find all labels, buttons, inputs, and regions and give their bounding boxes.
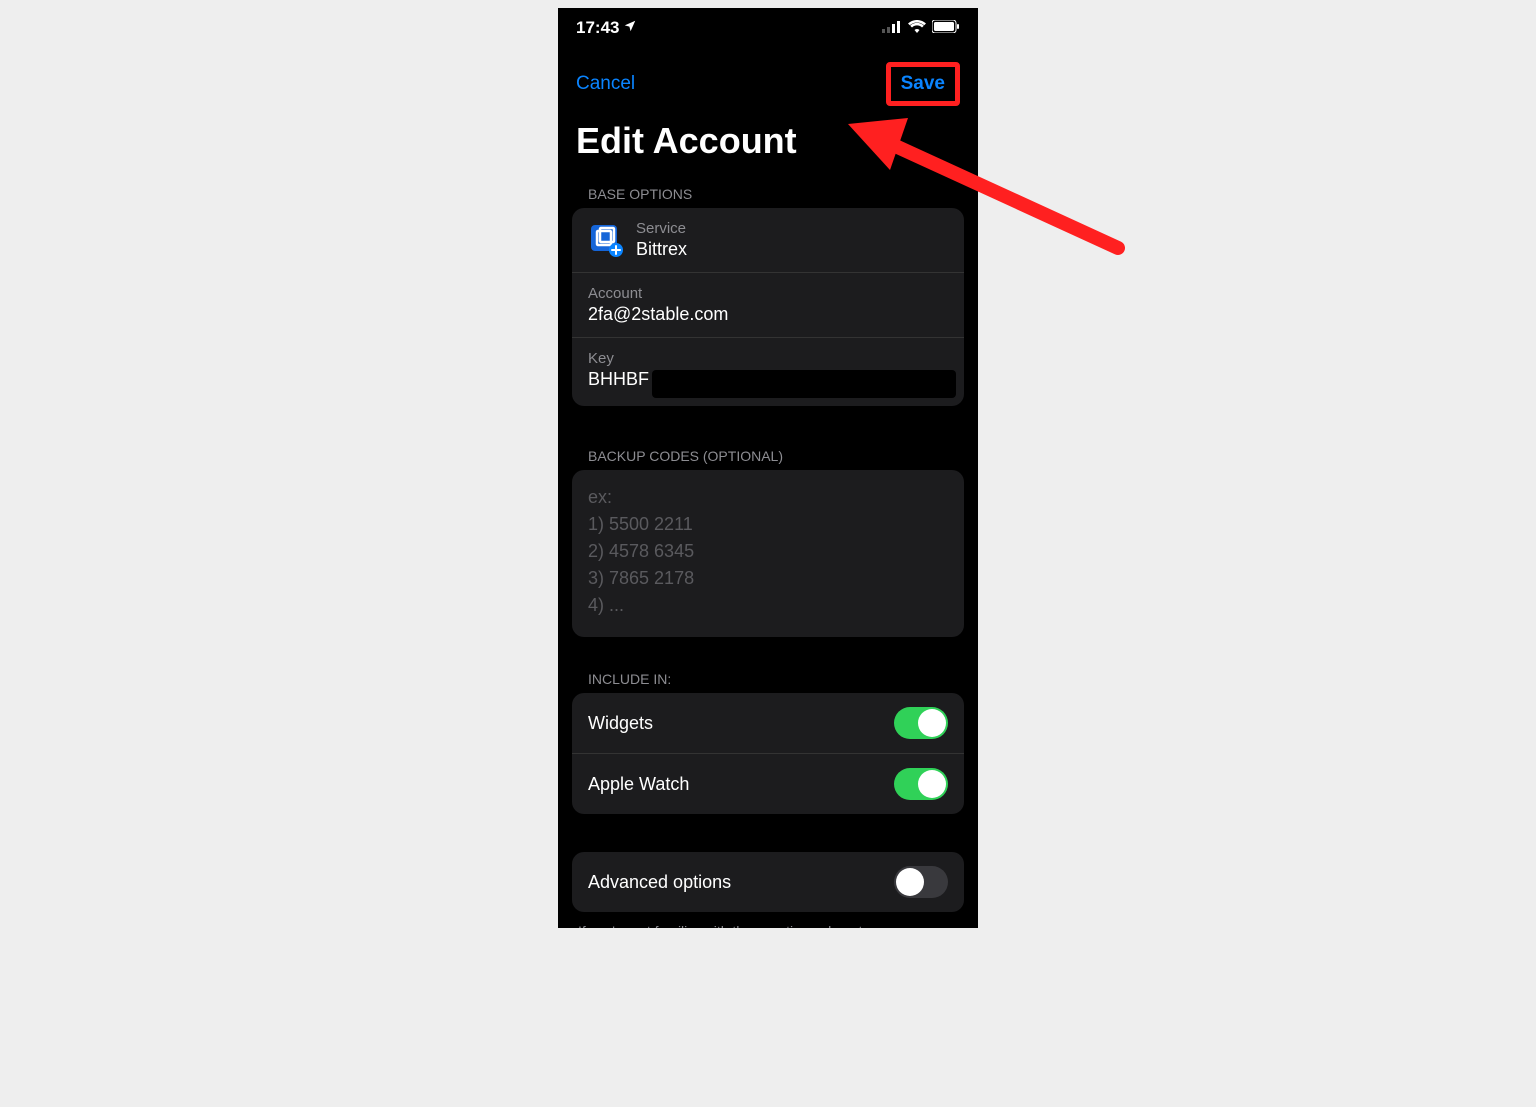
- status-time: 17:43: [576, 18, 619, 38]
- cancel-button[interactable]: Cancel: [576, 73, 635, 95]
- apple-watch-toggle[interactable]: [894, 768, 948, 800]
- page-title: Edit Account: [558, 114, 978, 178]
- advanced-options-card: Advanced options: [572, 852, 964, 912]
- advanced-options-label: Advanced options: [588, 872, 731, 893]
- backup-codes-textarea[interactable]: ex: 1) 5500 2211 2) 4578 6345 3) 7865 21…: [572, 470, 964, 637]
- widgets-toggle[interactable]: [894, 707, 948, 739]
- save-button[interactable]: Save: [895, 69, 951, 99]
- key-row[interactable]: Key BHHBF: [572, 338, 964, 406]
- key-redaction-mask: [652, 370, 956, 398]
- account-label: Account: [588, 285, 948, 302]
- service-app-icon: [588, 222, 624, 258]
- service-label: Service: [636, 220, 687, 237]
- include-in-header: INCLUDE IN:: [558, 663, 978, 693]
- battery-icon: [932, 18, 960, 38]
- advanced-options-toggle[interactable]: [894, 866, 948, 898]
- canvas-background: 17:43 Cancel Save: [8, 8, 1528, 1099]
- nav-bar: Cancel Save: [558, 40, 978, 114]
- include-in-card: Widgets Apple Watch: [572, 693, 964, 814]
- advanced-options-row: Advanced options: [572, 852, 964, 912]
- apple-watch-label: Apple Watch: [588, 774, 689, 795]
- status-right: [882, 18, 960, 38]
- advanced-footer-text: If you're not familiar with these option…: [558, 912, 978, 928]
- base-options-header: BASE OPTIONS: [558, 178, 978, 208]
- service-value: Bittrex: [636, 239, 687, 260]
- backup-codes-header: BACKUP CODES (OPTIONAL): [558, 440, 978, 470]
- account-value: 2fa@2stable.com: [588, 304, 948, 325]
- phone-frame: 17:43 Cancel Save: [558, 8, 978, 928]
- widgets-label: Widgets: [588, 713, 653, 734]
- save-highlight-box: Save: [886, 62, 960, 106]
- service-row[interactable]: Service Bittrex: [572, 208, 964, 273]
- base-options-card: Service Bittrex Account 2fa@2stable.com …: [572, 208, 964, 406]
- cellular-signal-icon: [882, 18, 902, 38]
- widgets-row: Widgets: [572, 693, 964, 754]
- key-label: Key: [588, 350, 948, 367]
- wifi-icon: [908, 18, 926, 38]
- account-row[interactable]: Account 2fa@2stable.com: [572, 273, 964, 338]
- location-arrow-icon: [623, 18, 637, 38]
- apple-watch-row: Apple Watch: [572, 754, 964, 814]
- status-bar: 17:43: [558, 8, 978, 40]
- backup-codes-card: ex: 1) 5500 2211 2) 4578 6345 3) 7865 21…: [572, 470, 964, 637]
